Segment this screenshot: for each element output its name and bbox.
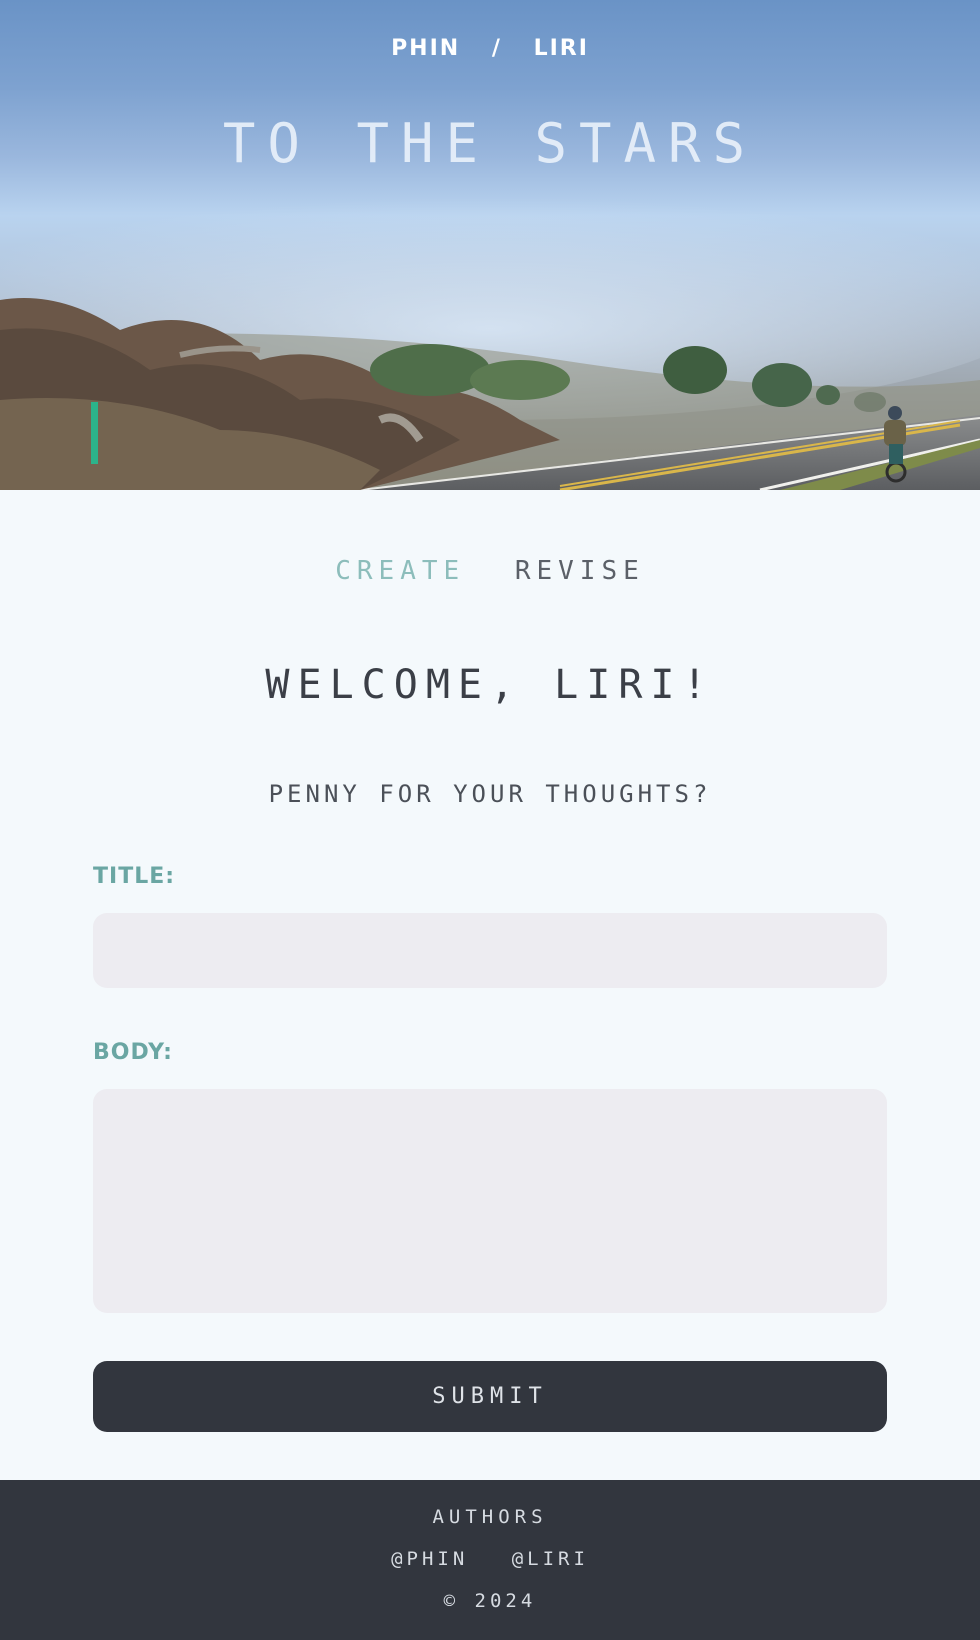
- author-phin-link[interactable]: PHIN: [391, 36, 460, 61]
- title-field-label: TITLE:: [93, 864, 176, 889]
- prompt-subheading: PENNY FOR YOUR THOUGHTS?: [268, 780, 712, 808]
- tab-revise[interactable]: REVISE: [515, 556, 645, 586]
- body-textarea[interactable]: [93, 1089, 887, 1313]
- footer-copyright: © 2024: [443, 1590, 537, 1612]
- author-liri-link[interactable]: LIRI: [534, 36, 589, 61]
- submit-button[interactable]: SUBMIT: [93, 1361, 887, 1432]
- mode-tabs: CREATE REVISE: [0, 556, 980, 586]
- footer-link-liri[interactable]: @LIRI: [512, 1548, 589, 1570]
- site-authors-heading: PHIN / LIRI: [0, 36, 980, 61]
- body-field-label: BODY:: [93, 1040, 173, 1065]
- title-input[interactable]: [93, 913, 887, 988]
- welcome-heading: WELCOME, LIRI!: [265, 662, 715, 708]
- tab-create[interactable]: CREATE: [335, 556, 465, 586]
- hero-banner: PHIN / LIRI TO THE STARS: [0, 0, 980, 490]
- footer-link-phin[interactable]: @PHIN: [391, 1548, 468, 1570]
- footer-author-links: @PHIN @LIRI: [0, 1548, 980, 1570]
- author-separator: /: [491, 36, 502, 61]
- footer: AUTHORS @PHIN @LIRI © 2024: [0, 1480, 980, 1640]
- footer-authors-heading: AUTHORS: [432, 1506, 548, 1528]
- hero-landscape-image: [0, 180, 980, 490]
- site-title: TO THE STARS: [222, 112, 758, 175]
